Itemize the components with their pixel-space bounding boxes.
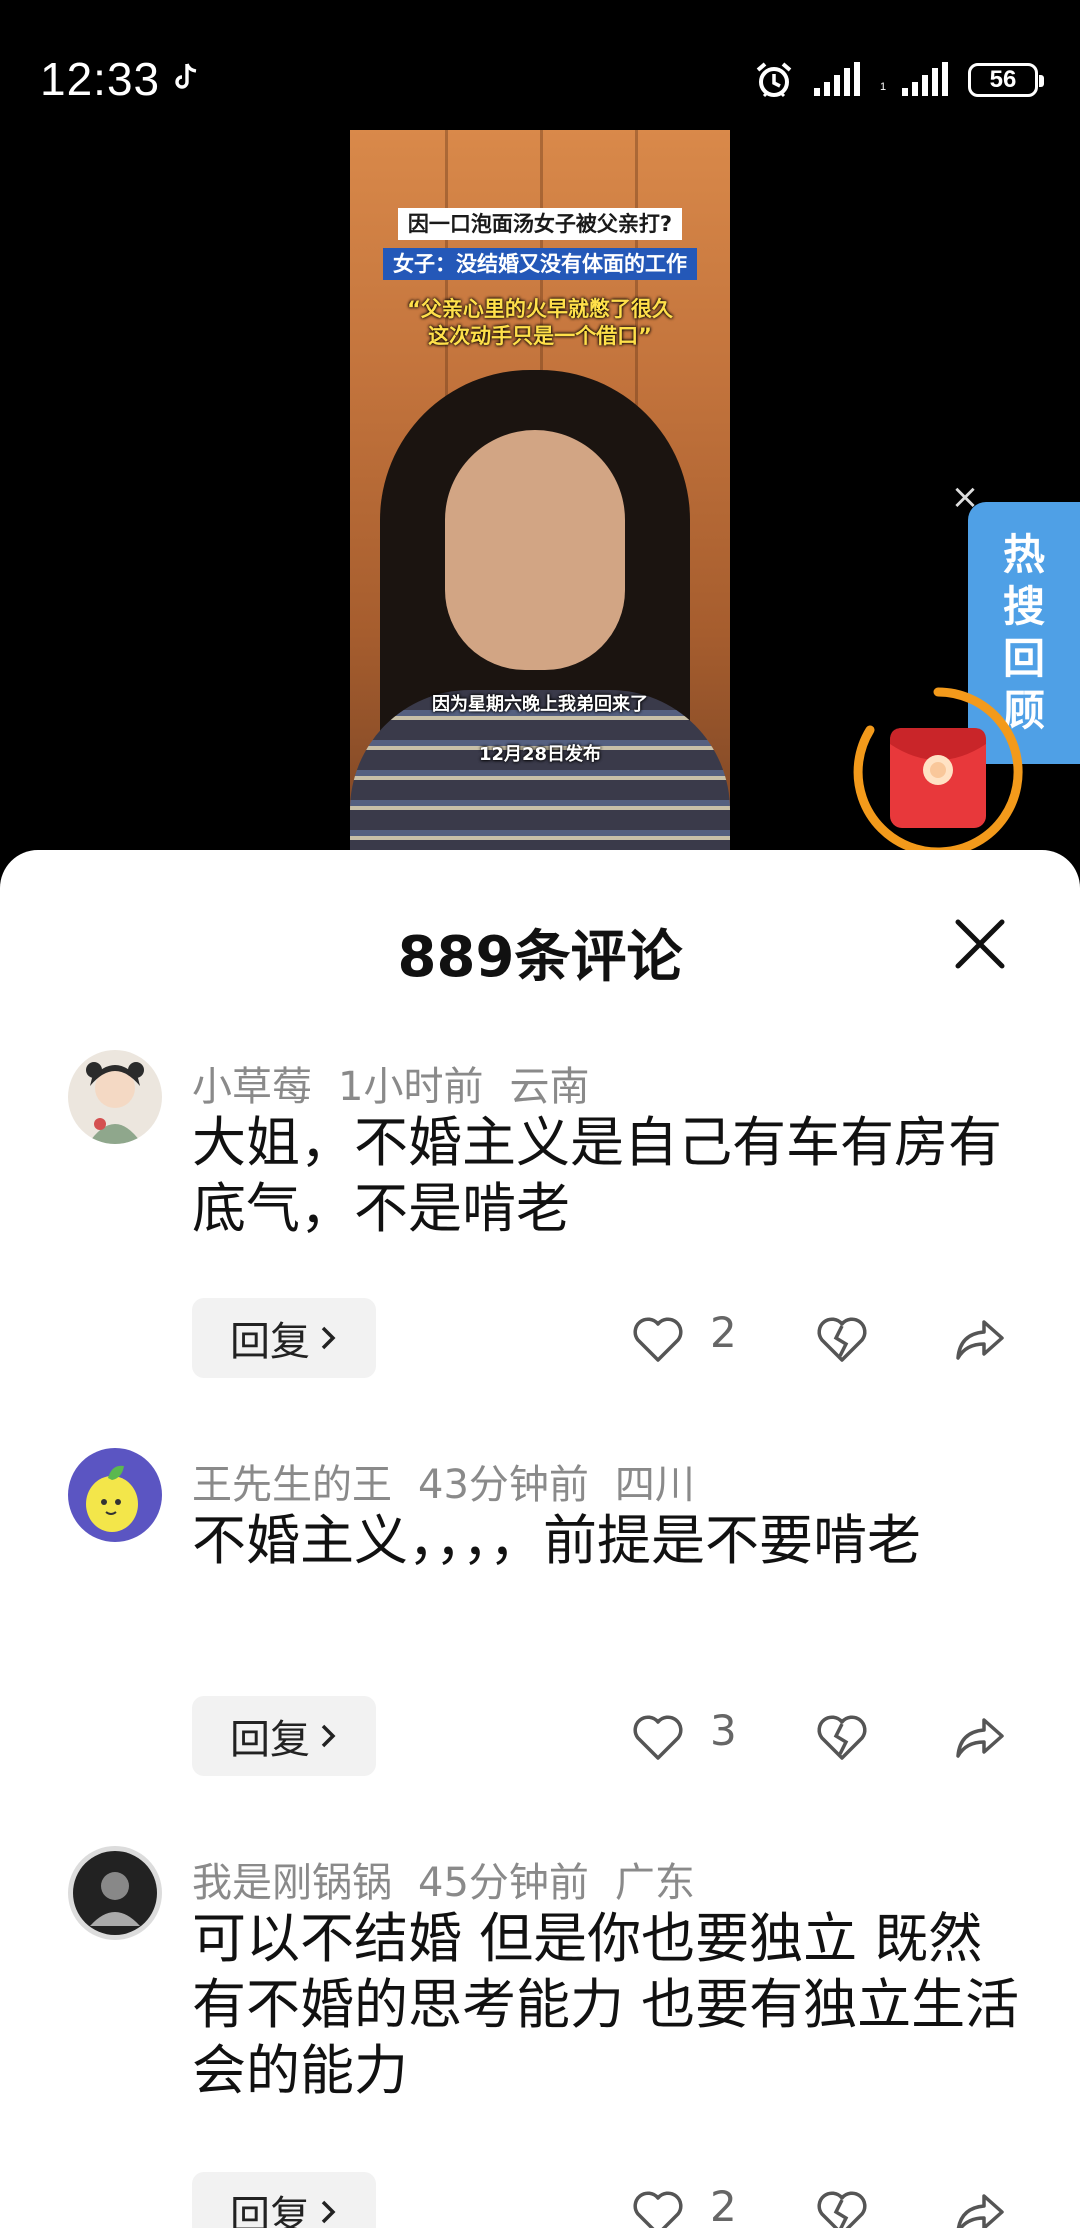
broken-heart-icon[interactable] <box>814 1314 870 1364</box>
tiktok-icon <box>175 63 197 89</box>
avatar[interactable] <box>68 1448 162 1542</box>
video-player[interactable]: 因一口泡面汤女子被父亲打? 女子：没结婚又没有体面的工作 “父亲心里的火早就憋了… <box>350 130 730 850</box>
comment-meta: 小草莓 1小时前 云南 <box>192 1054 615 1112</box>
status-time: 12:33 <box>40 53 161 105</box>
comment-user[interactable]: 小草莓 <box>192 1064 312 1110</box>
comment-location: 四川 <box>614 1462 695 1508</box>
comment-user[interactable]: 我是刚锅锅 <box>192 1860 392 1906</box>
close-icon[interactable] <box>952 916 1008 972</box>
comment-text: 大姐，不婚主义是自己有车有房有底气，不是啃老 <box>192 1111 1002 1240</box>
svg-text:1: 1 <box>880 81 886 93</box>
battery-icon: 56 <box>968 63 1044 97</box>
comment-meta: 王先生的王 43分钟前 四川 <box>192 1452 721 1510</box>
comment-location: 云南 <box>509 1064 590 1110</box>
video-publish-date: 12月28日发布 <box>478 744 602 765</box>
heart-icon[interactable] <box>630 2188 686 2228</box>
comment-meta: 我是刚锅锅 45分钟前 广东 <box>192 1850 721 1908</box>
heart-icon[interactable] <box>630 1712 686 1762</box>
hot-tab-char: 热 <box>1002 530 1045 579</box>
heart-icon[interactable] <box>630 1314 686 1364</box>
alarm-icon <box>756 62 792 98</box>
broken-heart-icon[interactable] <box>814 2188 870 2228</box>
video-caption-sub: 女子：没结婚又没有体面的工作 <box>350 248 730 280</box>
comment-time: 1小时前 <box>338 1064 484 1110</box>
chevron-right-icon <box>321 1724 336 1748</box>
reply-label: 回复 <box>230 2193 310 2228</box>
share-icon[interactable] <box>952 1314 1008 1364</box>
comment-location: 广东 <box>614 1860 695 1906</box>
chevron-right-icon <box>321 2200 336 2224</box>
comment-text: 不婚主义，，，，前提是不要啃老 <box>192 1509 921 1572</box>
comment-text: 可以不结婚 但是你也要独立 既然有不婚的思考能力 也要有独立生活会的能力 <box>192 1907 1020 2102</box>
video-caption-quote: “父亲心里的火早就憋了很久 这次动手只是一个借口” <box>407 297 673 348</box>
reply-button[interactable]: 回复 <box>192 1696 376 1776</box>
comment-actions: 2 <box>630 2172 1030 2228</box>
like-count: 2 <box>710 1308 737 1357</box>
comments-sheet: 889条评论 小草莓 1小时前 云南 大姐，不婚主义是自己有车有房有底气，不是啃老 … <box>0 850 1080 2228</box>
person-face <box>445 430 625 670</box>
comment-time: 45分钟前 <box>418 1860 589 1906</box>
reply-label: 回复 <box>230 1319 310 1365</box>
screen: 12:33 1 56 因一口泡面汤女子被父亲打? 女子：没结婚又没有体面的工作 … <box>0 0 1080 2228</box>
signal-icon: 1 <box>880 62 948 96</box>
avatar[interactable] <box>68 1846 162 1940</box>
red-packet-icon[interactable] <box>850 684 1026 860</box>
share-icon[interactable] <box>952 2188 1008 2228</box>
signal-icon <box>814 62 860 96</box>
share-icon[interactable] <box>952 1712 1008 1762</box>
hot-tab-char: 搜 <box>1002 582 1045 631</box>
reply-label: 回复 <box>230 1717 310 1763</box>
video-caption-title: 因一口泡面汤女子被父亲打? <box>350 208 730 240</box>
hot-tab-char: 回 <box>1002 634 1045 683</box>
comment-actions: 3 <box>630 1696 1030 1776</box>
broken-heart-icon[interactable] <box>814 1712 870 1762</box>
comment-actions: 2 <box>630 1298 1030 1378</box>
status-icons: 1 56 <box>754 58 1044 102</box>
video-subtitle: 因为星期六晚上我弟回来了 <box>432 694 648 715</box>
like-count: 2 <box>710 2182 737 2228</box>
avatar[interactable] <box>68 1050 162 1144</box>
chevron-right-icon <box>321 1326 336 1350</box>
reply-button[interactable]: 回复 <box>192 2172 376 2228</box>
comment-user[interactable]: 王先生的王 <box>192 1462 392 1508</box>
comments-count-title: 889条评论 <box>397 925 683 990</box>
reply-button[interactable]: 回复 <box>192 1298 376 1378</box>
comment-time: 43分钟前 <box>418 1462 589 1508</box>
like-count: 3 <box>710 1706 737 1755</box>
